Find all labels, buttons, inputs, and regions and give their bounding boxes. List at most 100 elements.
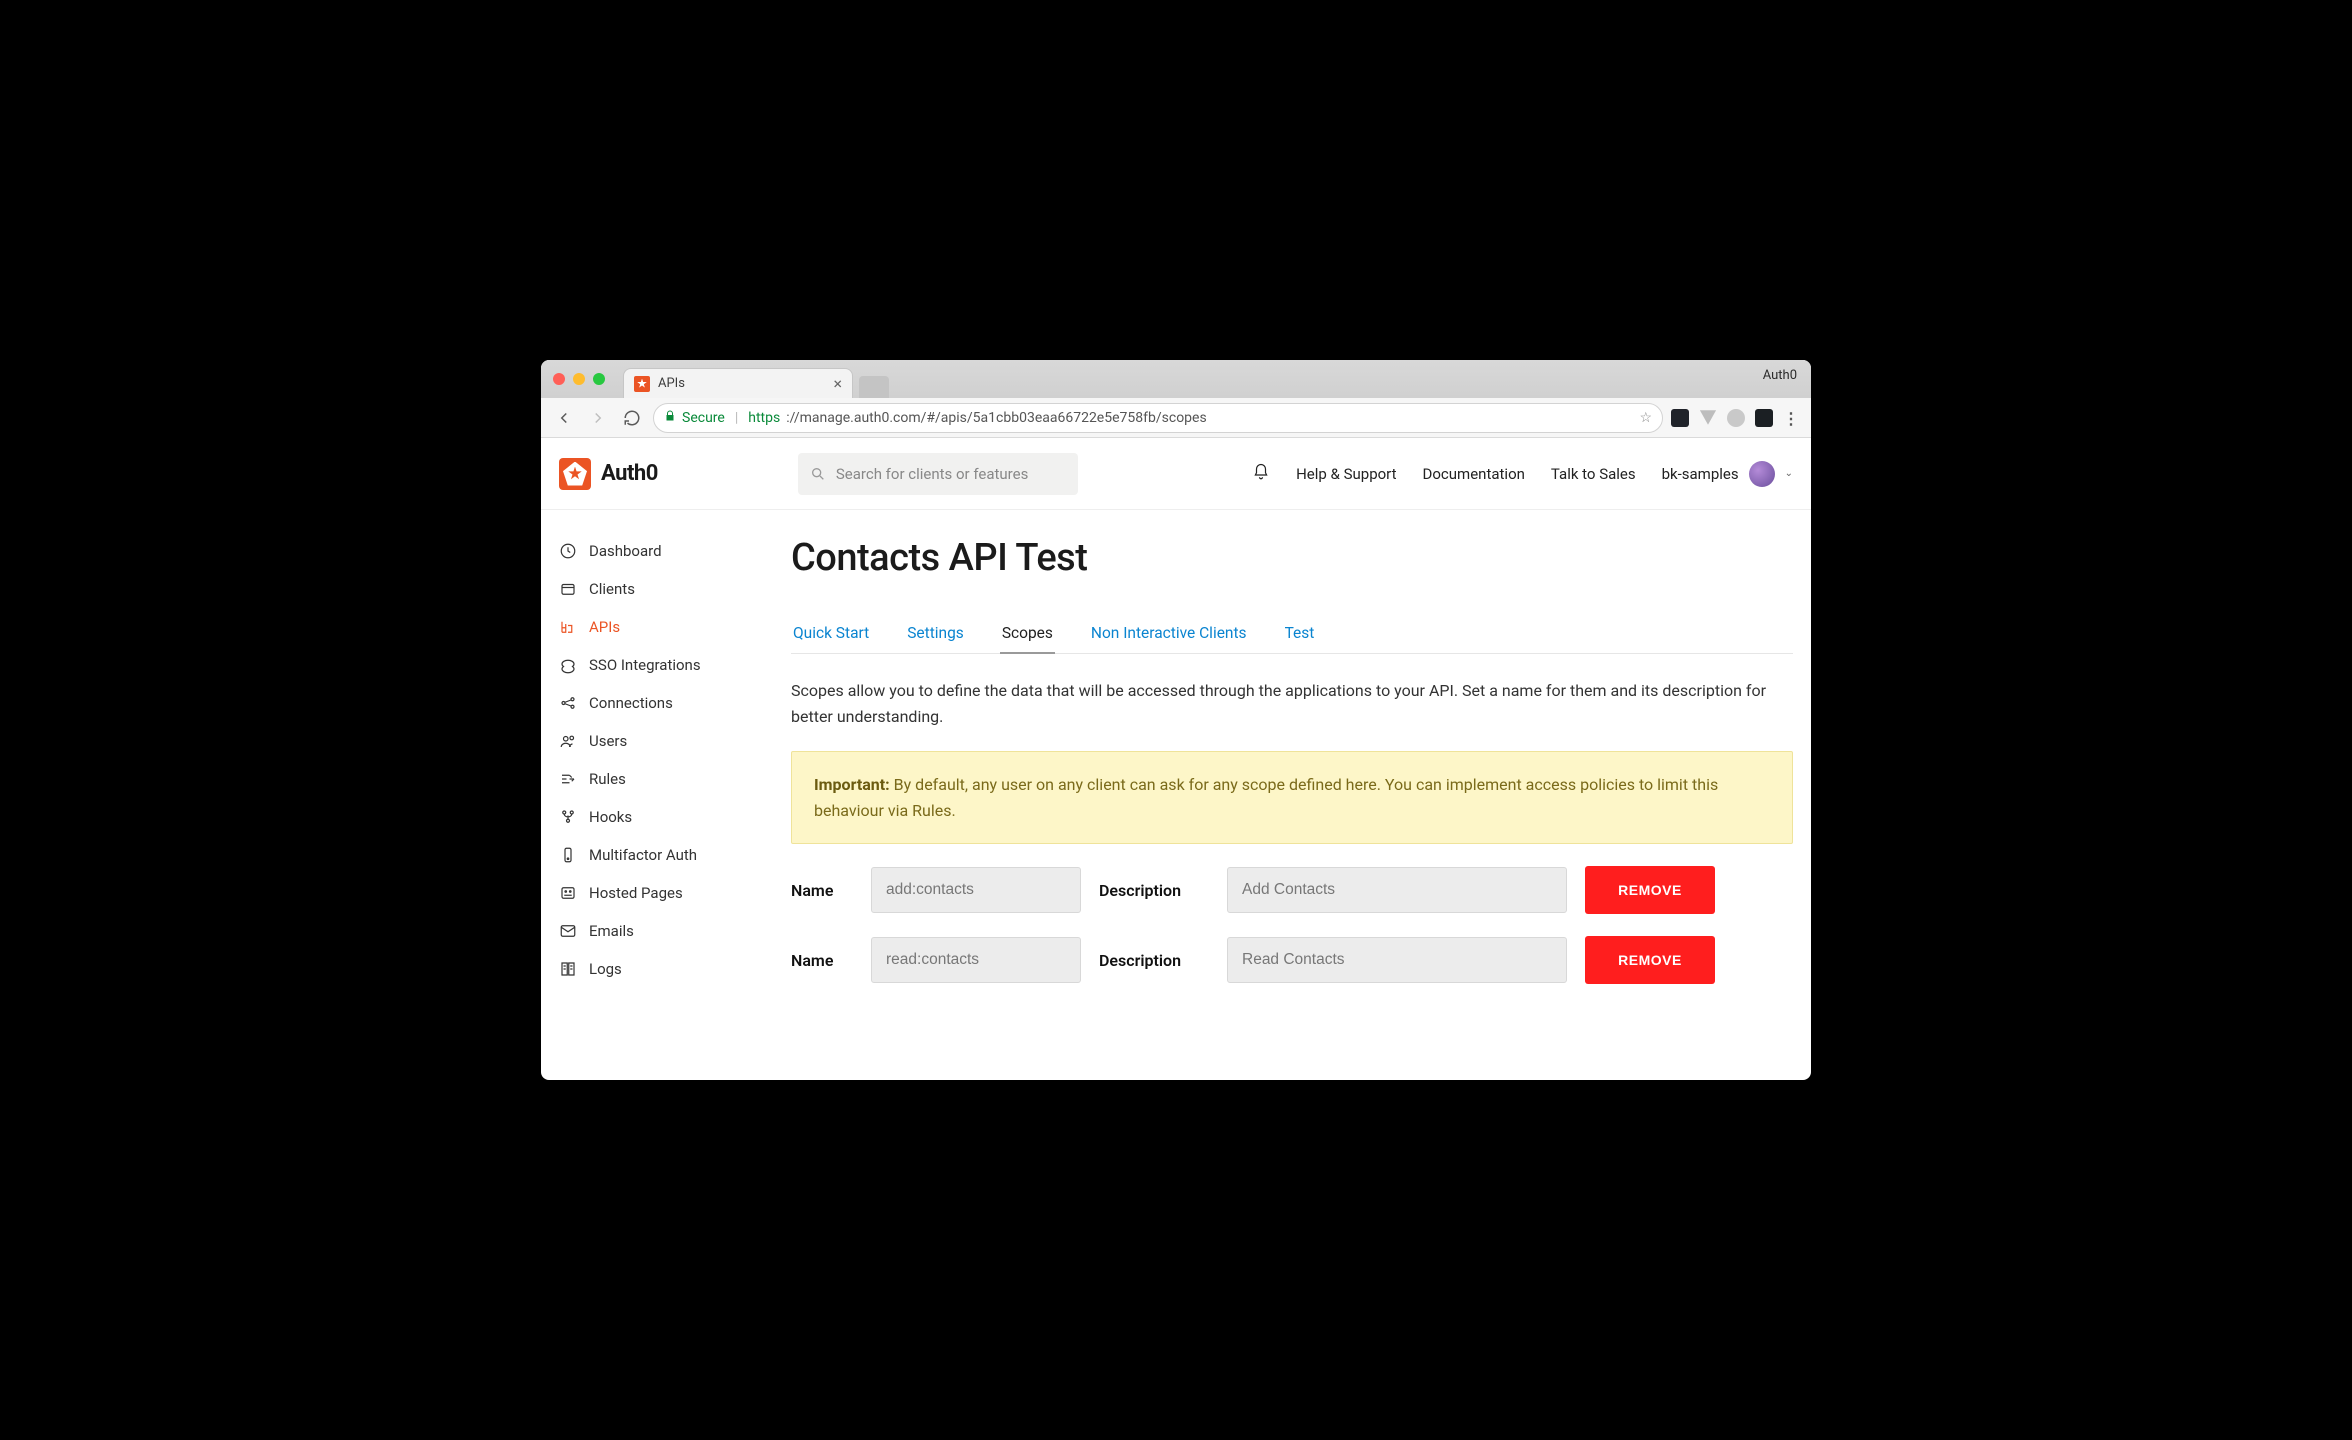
window-close-dot[interactable] [553, 373, 565, 385]
brand-logo[interactable]: Auth0 [559, 458, 658, 490]
sidebar-item-rules[interactable]: Rules [551, 760, 761, 798]
extension-jb-icon[interactable] [1755, 409, 1773, 427]
sidebar-item-dashboard[interactable]: Dashboard [551, 532, 761, 570]
browser-window: APIs × Auth0 Secure | https ://manage.au… [541, 360, 1811, 1080]
important-alert: Important: By default, any user on any c… [791, 751, 1793, 844]
traffic-lights [553, 360, 615, 398]
brand-name: Auth0 [601, 461, 658, 486]
sidebar-item-label: Emails [589, 922, 634, 940]
remove-button[interactable]: REMOVE [1585, 866, 1715, 914]
chrome-urlbar: Secure | https ://manage.auth0.com/#/api… [541, 398, 1811, 438]
name-label: Name [791, 881, 853, 900]
omnibox-separator: | [731, 410, 742, 426]
app-header: Auth0 Search for clients or features Hel… [541, 438, 1811, 510]
window-minimize-dot[interactable] [573, 373, 585, 385]
header-right: Help & Support Documentation Talk to Sal… [1252, 461, 1793, 487]
notifications-bell-icon[interactable] [1252, 463, 1270, 485]
sidebar-item-label: Hooks [589, 808, 632, 826]
tabs: Quick Start Settings Scopes Non Interactive… [791, 614, 1793, 654]
sidebar-item-hosted-pages[interactable]: Hosted Pages [551, 874, 761, 912]
scope-description-input[interactable] [1227, 867, 1567, 913]
tab-scopes[interactable]: Scopes [1000, 614, 1055, 654]
app-body: Dashboard Clients APIs SSO Integrations Conn… [541, 510, 1811, 1080]
tab-quick-start[interactable]: Quick Start [791, 614, 871, 653]
nav-reload-button[interactable] [619, 405, 645, 431]
sidebar-icon [559, 580, 577, 598]
sidebar-item-apis[interactable]: APIs [551, 608, 761, 646]
sidebar-icon [559, 922, 577, 940]
tab-test[interactable]: Test [1283, 614, 1317, 653]
sidebar-icon [559, 656, 577, 674]
sidebar-icon [559, 542, 577, 560]
tab-settings[interactable]: Settings [905, 614, 966, 653]
sidebar-item-label: Logs [589, 960, 622, 978]
help-support-link[interactable]: Help & Support [1296, 465, 1396, 483]
main-content: Contacts API Test Quick Start Settings Sco… [771, 510, 1811, 1080]
macos-app-label: Auth0 [1763, 368, 1797, 383]
sidebar-item-label: SSO Integrations [589, 656, 701, 674]
scope-name-input[interactable] [871, 867, 1081, 913]
extension-icons: ⋮ [1671, 409, 1801, 427]
sidebar-item-label: Connections [589, 694, 673, 712]
extension-circle-icon[interactable] [1727, 409, 1745, 427]
sidebar-item-label: APIs [589, 618, 620, 636]
profile-menu[interactable]: bk-samples ⌄ [1662, 461, 1793, 487]
omnibox[interactable]: Secure | https ://manage.auth0.com/#/api… [653, 403, 1663, 433]
global-search[interactable]: Search for clients or features [798, 453, 1078, 495]
sidebar-item-multifactor-auth[interactable]: Multifactor Auth [551, 836, 761, 874]
lock-icon [664, 409, 676, 427]
sidebar-item-label: Multifactor Auth [589, 846, 697, 864]
tab-close-icon[interactable]: × [833, 374, 842, 393]
scope-description-input[interactable] [1227, 937, 1567, 983]
extension-react-icon[interactable] [1671, 409, 1689, 427]
sidebar-icon [559, 732, 577, 750]
avatar [1749, 461, 1775, 487]
nav-back-button[interactable] [551, 405, 577, 431]
chrome-menu-icon[interactable]: ⋮ [1783, 409, 1801, 427]
tab-non-interactive-clients[interactable]: Non Interactive Clients [1089, 614, 1249, 653]
sidebar-item-sso-integrations[interactable]: SSO Integrations [551, 646, 761, 684]
sidebar-item-users[interactable]: Users [551, 722, 761, 760]
bookmark-star-icon[interactable]: ☆ [1639, 410, 1652, 426]
url-path: ://manage.auth0.com/#/apis/5a1cbb03eaa66… [786, 410, 1206, 426]
scope-row: NameDescriptionREMOVE [791, 936, 1793, 984]
documentation-link[interactable]: Documentation [1423, 465, 1525, 483]
sidebar-icon [559, 884, 577, 902]
search-placeholder: Search for clients or features [836, 465, 1028, 483]
sidebar-item-emails[interactable]: Emails [551, 912, 761, 950]
username: bk-samples [1662, 465, 1739, 483]
window-zoom-dot[interactable] [593, 373, 605, 385]
new-tab-button[interactable] [859, 376, 889, 398]
sidebar-icon [559, 808, 577, 826]
scopes-description: Scopes allow you to define the data that… [791, 678, 1771, 729]
auth0-logo-icon [559, 458, 591, 490]
search-icon [810, 466, 826, 482]
sidebar-item-label: Dashboard [589, 542, 662, 560]
sidebar: Dashboard Clients APIs SSO Integrations Conn… [541, 510, 771, 1080]
page-title: Contacts API Test [791, 536, 1793, 580]
secure-label: Secure [682, 410, 725, 426]
talk-to-sales-link[interactable]: Talk to Sales [1551, 465, 1636, 483]
scope-row: NameDescriptionREMOVE [791, 866, 1793, 914]
sidebar-item-label: Users [589, 732, 627, 750]
sidebar-item-connections[interactable]: Connections [551, 684, 761, 722]
sidebar-item-logs[interactable]: Logs [551, 950, 761, 988]
remove-button[interactable]: REMOVE [1585, 936, 1715, 984]
extension-vue-icon[interactable] [1699, 409, 1717, 427]
chrome-tabbar: APIs × Auth0 [541, 360, 1811, 398]
scope-name-input[interactable] [871, 937, 1081, 983]
url-protocol: https [748, 410, 780, 426]
alert-body: By default, any user on any client can a… [814, 775, 1718, 820]
nav-forward-button[interactable] [585, 405, 611, 431]
browser-tab[interactable]: APIs × [623, 368, 853, 398]
sidebar-item-label: Clients [589, 580, 635, 598]
sidebar-icon [559, 960, 577, 978]
sidebar-item-label: Rules [589, 770, 626, 788]
sidebar-icon [559, 846, 577, 864]
chevron-down-icon: ⌄ [1785, 468, 1793, 479]
sidebar-item-clients[interactable]: Clients [551, 570, 761, 608]
sidebar-icon [559, 618, 577, 636]
name-label: Name [791, 951, 853, 970]
sidebar-item-hooks[interactable]: Hooks [551, 798, 761, 836]
browser-tab-title: APIs [658, 376, 685, 391]
